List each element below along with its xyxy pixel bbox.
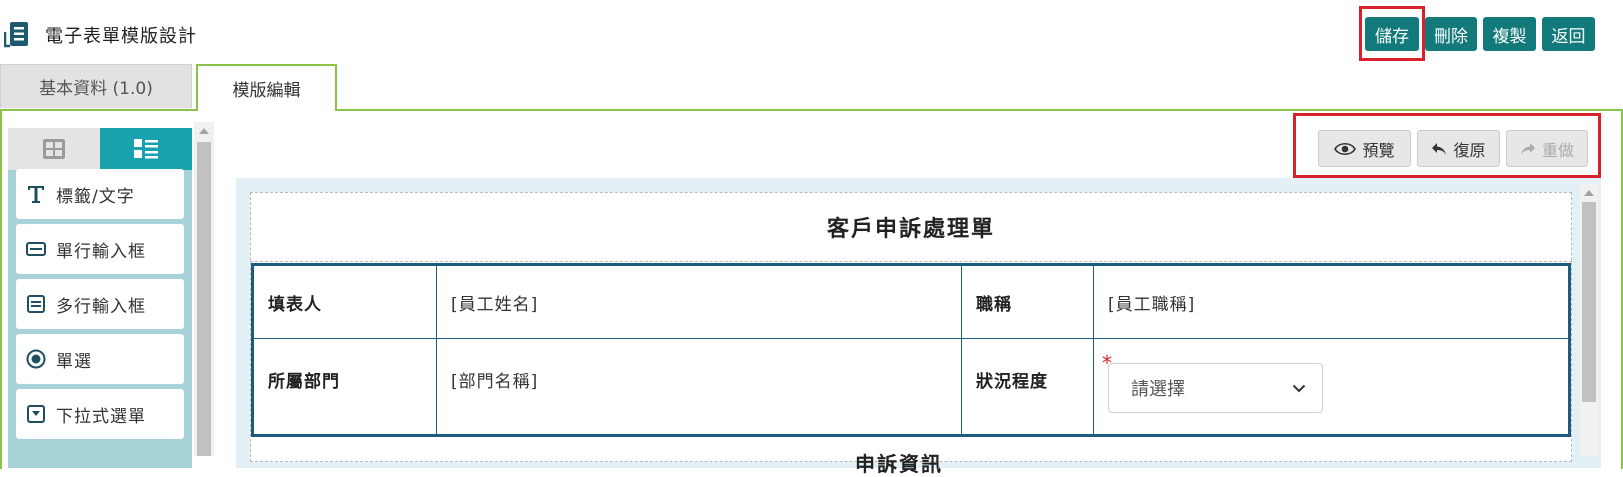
palette-item-single-line-input[interactable]: 單行輸入框 bbox=[16, 224, 184, 274]
severity-select-wrapper: * 請選擇 bbox=[1102, 351, 1554, 413]
palette-item-label: 標籤/文字 bbox=[56, 186, 135, 207]
preview-button[interactable]: 預覽 bbox=[1318, 130, 1411, 167]
form-table: 填表人 [員工姓名] 職稱 [員工職稱] 所屬部門 [部門名稱] 狀況程度 * … bbox=[251, 263, 1571, 437]
field-label-department[interactable]: 所屬部門 bbox=[252, 338, 437, 436]
palette-item-radio[interactable]: 單選 bbox=[16, 334, 184, 384]
list-view-tab[interactable] bbox=[100, 128, 192, 170]
canvas-scrollbar-thumb[interactable] bbox=[1582, 202, 1596, 402]
save-button[interactable]: 儲存 bbox=[1365, 17, 1419, 51]
page-title: 電子表單模版設計 bbox=[45, 26, 197, 47]
palette-item-label-text[interactable]: 標籤/文字 bbox=[16, 169, 184, 219]
header-bar: 電子表單模版設計 儲存 刪除 複製 返回 bbox=[0, 0, 1623, 64]
scroll-up-arrow-icon[interactable] bbox=[199, 128, 209, 134]
copy-button[interactable]: 複製 bbox=[1483, 17, 1536, 51]
grid-icon bbox=[43, 139, 65, 159]
field-label-severity[interactable]: 狀況程度 bbox=[961, 338, 1094, 436]
field-label-filler[interactable]: 填表人 bbox=[252, 264, 437, 339]
next-section-title[interactable]: 申訴資訊 bbox=[855, 448, 943, 477]
severity-select[interactable]: 請選擇 bbox=[1108, 363, 1323, 413]
tab-basic-info[interactable]: 基本資料 (1.0) bbox=[0, 64, 192, 108]
chevron-down-icon bbox=[1292, 384, 1306, 392]
form-title[interactable]: 客戶申訴處理單 bbox=[250, 192, 1572, 262]
radio-icon bbox=[16, 334, 56, 384]
back-button[interactable]: 返回 bbox=[1542, 17, 1595, 51]
scroll-up-arrow-icon[interactable] bbox=[1584, 190, 1594, 196]
delete-button[interactable]: 刪除 bbox=[1425, 17, 1477, 51]
forward-arrow-icon bbox=[1520, 142, 1535, 155]
palette-item-label: 單選 bbox=[56, 351, 92, 372]
preview-label: 預覽 bbox=[1362, 140, 1395, 160]
sidebar-scrollbar[interactable] bbox=[194, 122, 214, 456]
multi-line-input-icon bbox=[16, 279, 56, 329]
canvas-scrollbar[interactable] bbox=[1580, 184, 1598, 456]
single-line-input-icon bbox=[16, 224, 56, 274]
field-label-job-title[interactable]: 職稱 bbox=[961, 264, 1094, 339]
undo-button[interactable]: 復原 bbox=[1417, 130, 1500, 167]
redo-button[interactable]: 重做 bbox=[1506, 130, 1588, 167]
grid-view-tab[interactable] bbox=[8, 128, 100, 170]
form-document-icon bbox=[4, 22, 28, 48]
required-asterisk: * bbox=[1102, 351, 1112, 375]
field-palette-sidebar: 標籤/文字 單行輸入框 多行輸入框 單選 下拉式選單 bbox=[8, 128, 192, 468]
palette-item-label: 下拉式選單 bbox=[56, 406, 146, 427]
redo-label: 重做 bbox=[1541, 140, 1574, 160]
table-row: 填表人 [員工姓名] 職稱 [員工職稱] bbox=[252, 264, 1570, 339]
undo-label: 復原 bbox=[1453, 140, 1486, 160]
reply-arrow-icon bbox=[1432, 142, 1447, 155]
eye-icon bbox=[1334, 142, 1357, 155]
field-value-employee-title[interactable]: [員工職稱] bbox=[1093, 264, 1570, 339]
list-icon bbox=[134, 139, 158, 159]
palette-item-label: 多行輸入框 bbox=[56, 296, 146, 317]
field-value-department-name[interactable]: [部門名稱] bbox=[436, 338, 962, 436]
table-row: 所屬部門 [部門名稱] 狀況程度 * 請選擇 bbox=[252, 338, 1570, 436]
field-value-employee-name[interactable]: [員工姓名] bbox=[436, 264, 962, 339]
text-icon bbox=[16, 169, 56, 219]
field-value-severity-cell: * 請選擇 bbox=[1093, 338, 1570, 436]
palette-item-label: 單行輸入框 bbox=[56, 241, 146, 262]
tab-template-edit[interactable]: 模版編輯 bbox=[196, 64, 337, 111]
sidebar-scrollbar-thumb[interactable] bbox=[197, 142, 211, 456]
palette-item-multi-line-input[interactable]: 多行輸入框 bbox=[16, 279, 184, 329]
select-value: 請選擇 bbox=[1131, 379, 1185, 400]
dropdown-icon bbox=[16, 389, 56, 439]
palette-item-dropdown[interactable]: 下拉式選單 bbox=[16, 389, 184, 439]
